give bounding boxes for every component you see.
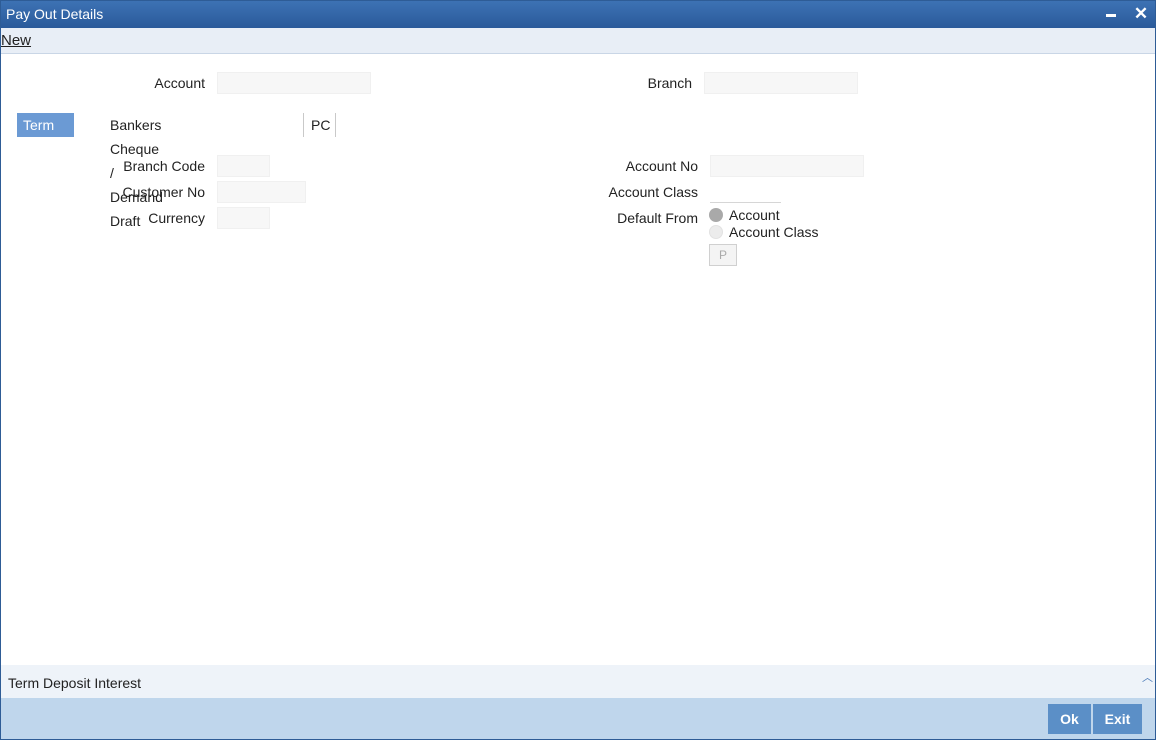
pay-out-details-window: Pay Out Details ✕ New Account Branch Ter… (0, 0, 1156, 740)
tab-term-deposit[interactable]: Term deposit (17, 113, 75, 157)
account-no-label: Account No (625, 158, 698, 174)
default-from-account-label: Account (729, 207, 780, 223)
new-link[interactable]: New (1, 32, 31, 49)
title-bar: Pay Out Details ✕ (1, 1, 1155, 28)
chevron-up-icon[interactable]: ︿ (1142, 669, 1153, 684)
minimize-icon[interactable] (1102, 5, 1120, 23)
default-from-account-class-radio[interactable] (709, 225, 723, 239)
default-from-label: Default From (617, 210, 698, 226)
tab-divider (303, 113, 304, 137)
account-label: Account (154, 75, 205, 91)
tab-bankers-cheque-demand-draft[interactable]: Bankers Cheque / Demand Draft (110, 113, 163, 229)
account-class-label: Account Class (608, 184, 698, 200)
branch-code-label: Branch Code (123, 158, 205, 174)
close-icon[interactable]: ✕ (1132, 5, 1150, 23)
p-button[interactable]: P (709, 244, 737, 266)
term-deposit-interest-label[interactable]: Term Deposit Interest (8, 675, 141, 691)
customer-no-input[interactable] (217, 181, 306, 203)
tab-pc[interactable]: PC (311, 113, 330, 137)
branch-code-input[interactable] (217, 155, 270, 177)
account-no-input[interactable] (710, 155, 864, 177)
default-from-account-radio[interactable] (709, 208, 723, 222)
term-deposit-interest-section: Term Deposit Interest ︿ (1, 665, 1155, 698)
customer-no-label: Customer No (122, 184, 205, 200)
account-class-input[interactable] (710, 181, 781, 203)
account-input[interactable] (217, 72, 371, 94)
exit-button[interactable]: Exit (1093, 704, 1142, 734)
footer-bar: Ok Exit (1, 698, 1155, 739)
currency-label: Currency (148, 210, 205, 226)
default-from-account-class-label: Account Class (729, 224, 819, 240)
window-title: Pay Out Details (6, 6, 104, 22)
currency-input[interactable] (217, 207, 270, 229)
tab-divider (335, 113, 336, 137)
toolbar: New (1, 28, 1155, 54)
ok-button[interactable]: Ok (1048, 704, 1091, 734)
branch-label: Branch (647, 75, 692, 91)
branch-input[interactable] (704, 72, 858, 94)
